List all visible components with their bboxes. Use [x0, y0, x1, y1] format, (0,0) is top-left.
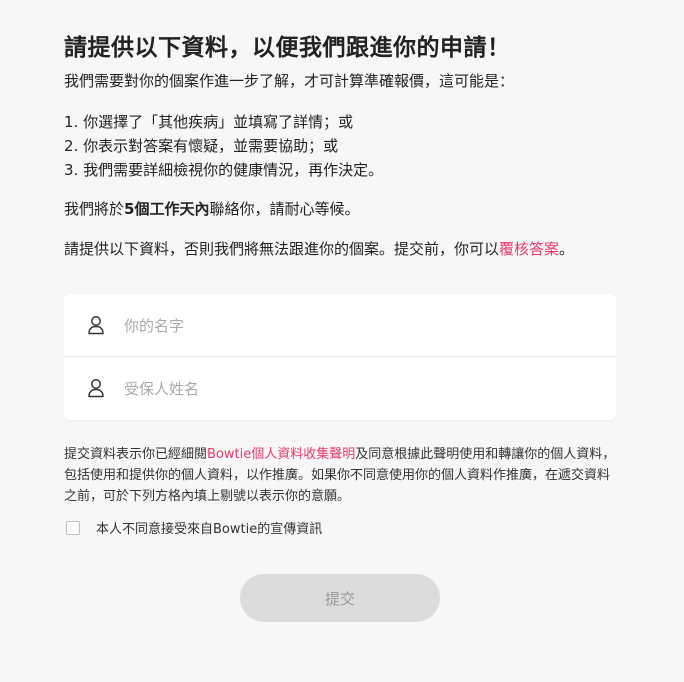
- reason-item: 3. 我們需要詳細檢視你的健康情況，再作決定。: [64, 161, 384, 179]
- contact-notice: 我們將於5個工作天內聯絡你，請耐心等候。: [64, 198, 359, 219]
- reason-item: 1. 你選擇了「其他疾病」並填寫了詳情；或: [64, 113, 354, 131]
- opt-out-label: 本人不同意接受來自Bowtie的宣傳資訊: [96, 522, 323, 537]
- user-icon: [88, 316, 104, 335]
- page: 請提供以下資料，以便我們跟進你的申請！ 我們需要對你的個案作進一步了解，才可計算…: [0, 0, 684, 682]
- consent-prefix: 提交資料表示你已經細閱: [64, 447, 208, 462]
- reasons-list: 1. 你選擇了「其他疾病」並填寫了詳情；或 2. 你表示對答案有懷疑，並需要協助…: [64, 110, 383, 182]
- contact-timeframe: 5個工作天內: [124, 200, 210, 218]
- opt-out-row: 本人不同意接受來自Bowtie的宣傳資訊: [66, 518, 322, 537]
- provide-end: 。: [559, 240, 575, 258]
- insured-name-field: [64, 357, 616, 420]
- insured-name-input[interactable]: [122, 371, 596, 407]
- page-subtitle: 我們需要對你的個案作進一步了解，才可計算準確報價，這可能是：: [64, 72, 515, 90]
- privacy-statement-link[interactable]: Bowtie個人資料收集聲明: [207, 447, 355, 462]
- consent-text: 提交資料表示你已經細閱Bowtie個人資料收集聲明及同意根據此聲明使用和轉讓你的…: [64, 444, 616, 507]
- provide-text: 請提供以下資料，否則我們將無法跟進你的個案。提交前，你可以: [64, 240, 500, 258]
- contact-form: [64, 294, 616, 420]
- name-input[interactable]: [122, 308, 596, 344]
- page-title: 請提供以下資料，以便我們跟進你的申請！: [64, 35, 511, 61]
- user-icon: [88, 379, 104, 398]
- review-answers-link[interactable]: 覆核答案: [499, 240, 559, 258]
- opt-out-checkbox[interactable]: [66, 520, 80, 535]
- contact-prefix: 我們將於: [64, 200, 125, 218]
- provide-notice: 請提供以下資料，否則我們將無法跟進你的個案。提交前，你可以覆核答案。: [64, 238, 574, 259]
- submit-button[interactable]: 提交: [240, 574, 440, 622]
- name-field: [64, 294, 616, 357]
- reason-item: 2. 你表示對答案有懷疑，並需要協助；或: [64, 137, 339, 155]
- contact-suffix: 聯絡你，請耐心等候。: [209, 200, 360, 218]
